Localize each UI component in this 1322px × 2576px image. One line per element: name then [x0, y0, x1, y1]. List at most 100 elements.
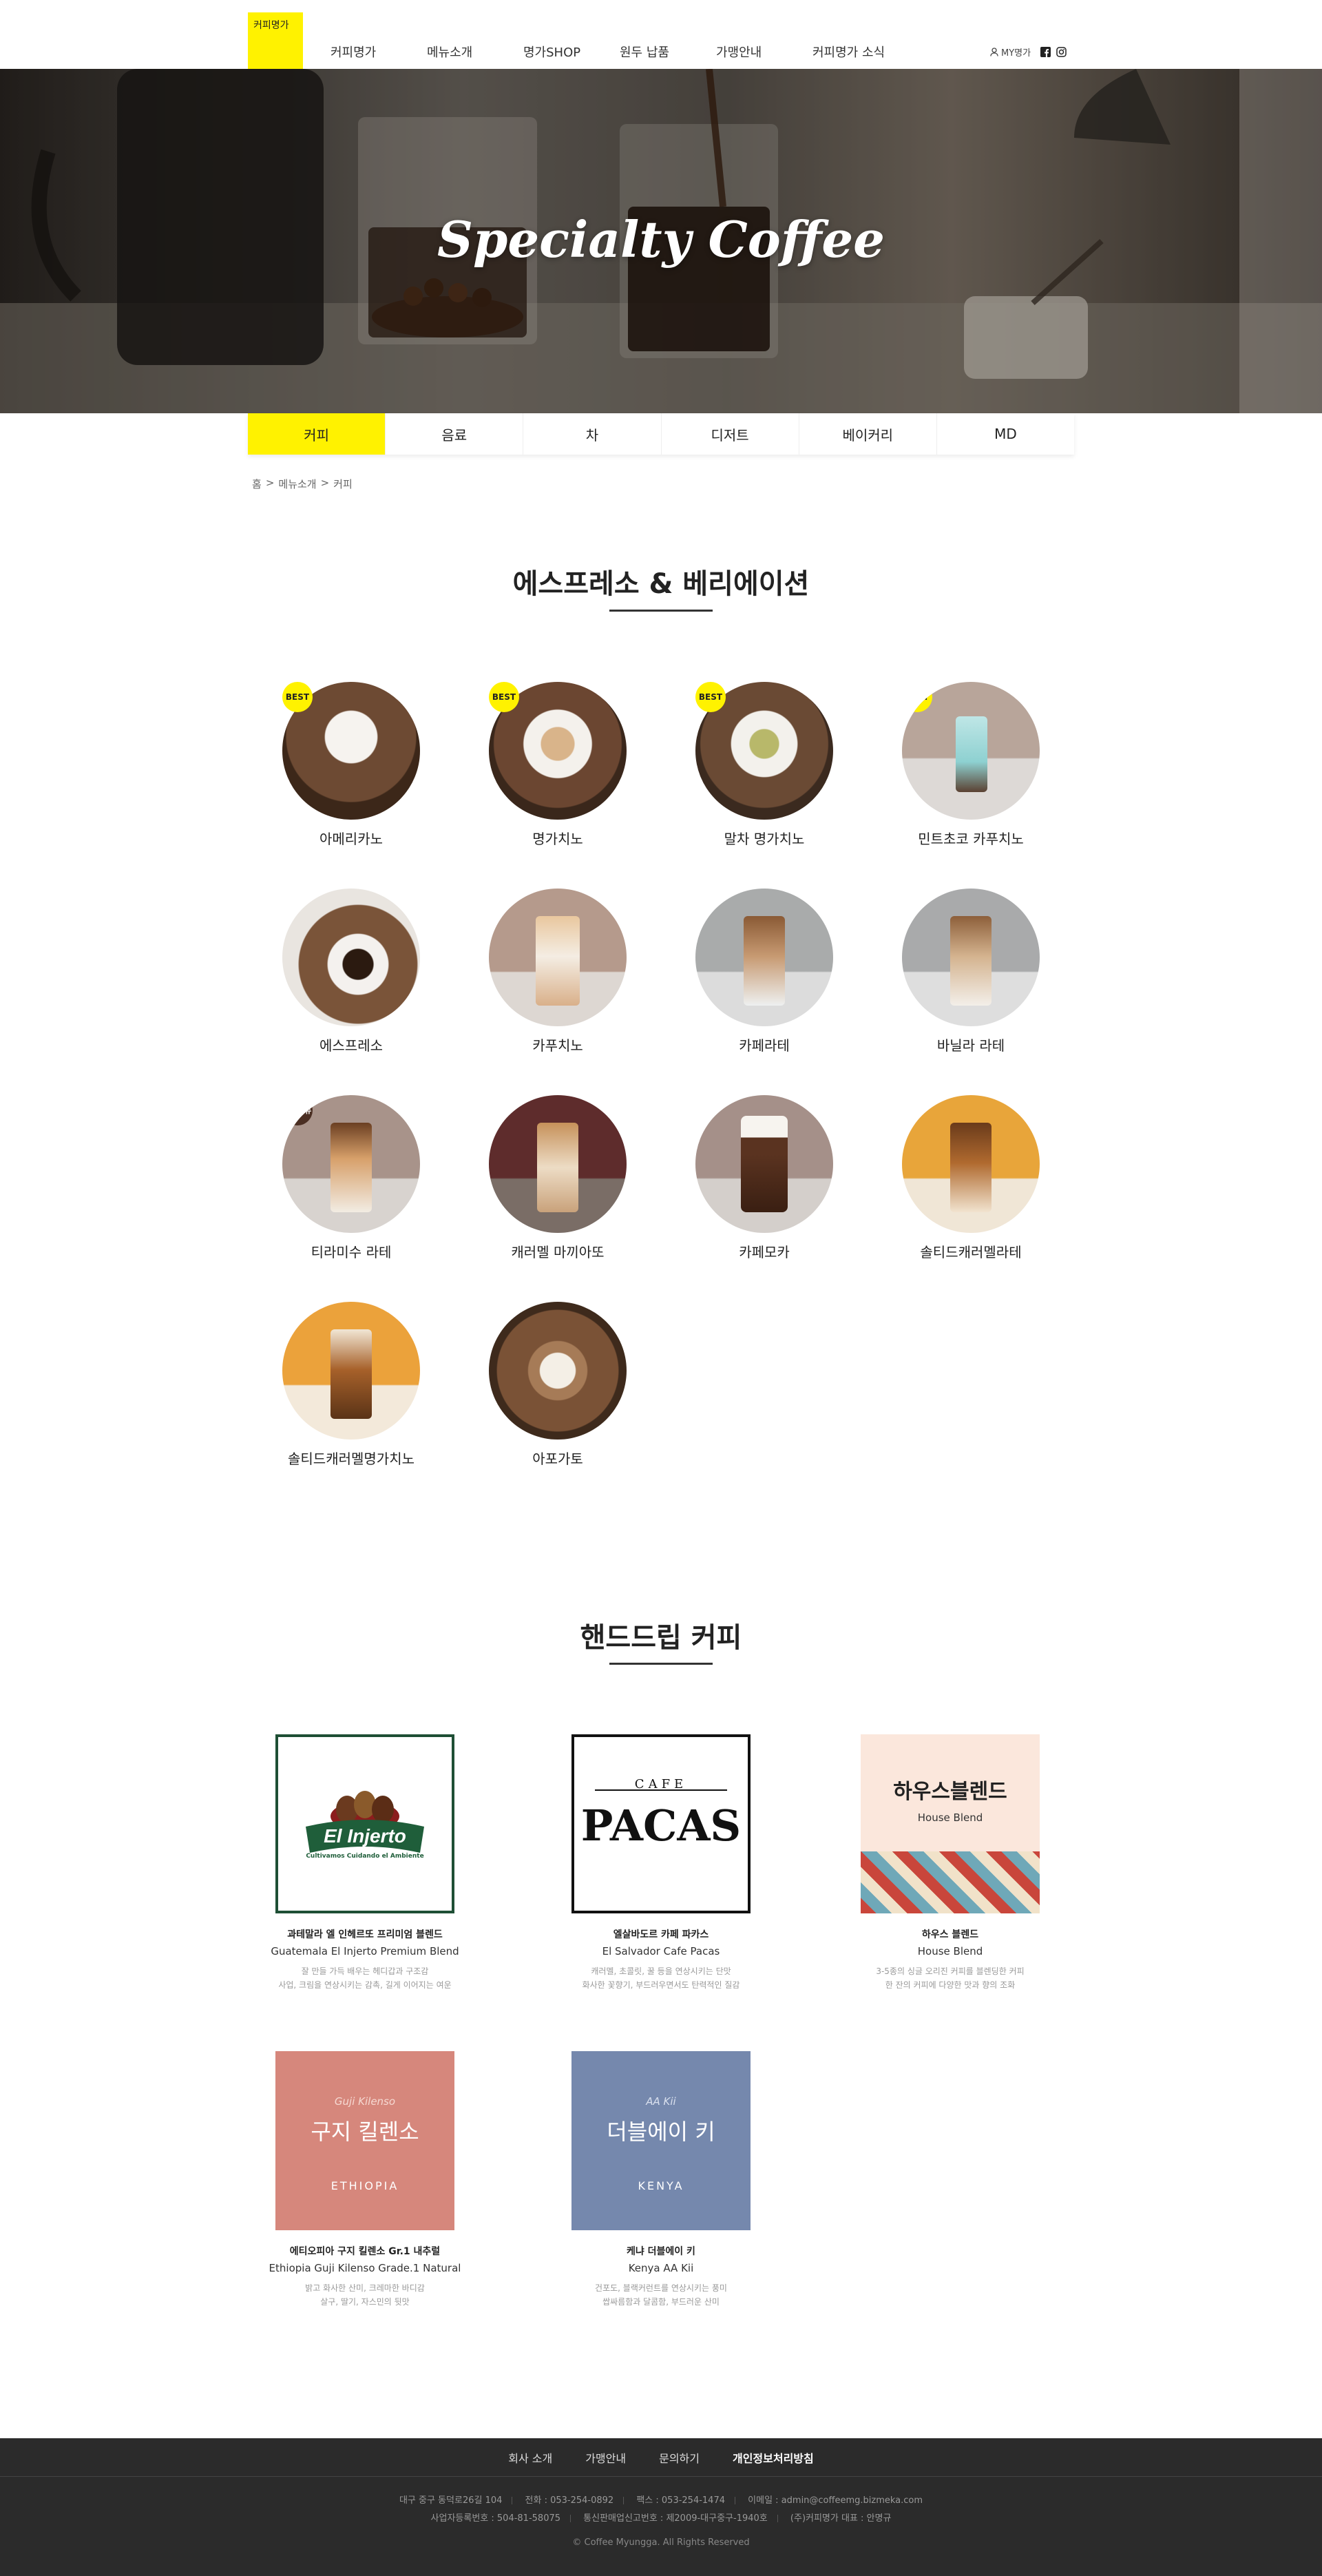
menu-image[interactable]	[902, 889, 1040, 1026]
site-footer: 회사 소개 가맹안내 문의하기 개인정보처리방침 대구 중구 동덕로26길 10…	[0, 2438, 1322, 2576]
footer-link-franchise[interactable]: 가맹안내	[585, 2449, 626, 2466]
menu-item-name[interactable]: 카페라테	[689, 1035, 840, 1055]
menu-item-name[interactable]: 솔티드캐러멜명가치노	[275, 1448, 427, 1468]
logo[interactable]: 커피명가	[248, 12, 303, 69]
menu-image[interactable]: 시즌메뉴	[282, 1095, 420, 1233]
drip-name-ko[interactable]: 케냐 더블에이 키	[558, 2244, 764, 2258]
tab-dessert[interactable]: 디저트	[662, 413, 799, 455]
breadcrumb-home[interactable]: 홈	[252, 477, 262, 491]
main-nav: 커피명가 메뉴소개 명가SHOP 원두 납품 가맹안내 커피명가 소식	[330, 43, 923, 63]
drink-glass	[741, 1116, 788, 1212]
menu-item-name[interactable]: 솔티드캐러멜라테	[895, 1241, 1047, 1261]
menu-image[interactable]	[695, 889, 833, 1026]
menu-item[interactable]: BEST 말차 명가치노	[689, 682, 840, 848]
my-myungga-link[interactable]: MY명가	[1001, 45, 1031, 59]
menu-item[interactable]: 바닐라 라테	[895, 889, 1047, 1055]
copyright: © Coffee Myungga. All Rights Reserved	[572, 2537, 750, 2548]
menu-image[interactable]: BEST	[695, 682, 833, 820]
drip-item[interactable]: El Injerto Cultivamos Cuidando el Ambien…	[262, 1734, 468, 1992]
menu-item[interactable]: 솔티드캐러멜라테	[895, 1095, 1047, 1261]
menu-item-name[interactable]: 아메리카노	[275, 828, 427, 848]
menu-image[interactable]: BEST	[489, 682, 627, 820]
menu-item[interactable]: 카페라테	[689, 889, 840, 1055]
menu-item[interactable]: BEST 민트초코 카푸치노	[895, 682, 1047, 848]
menu-item-name[interactable]: 카페모카	[689, 1241, 840, 1261]
menu-item[interactable]: 솔티드캐러멜명가치노	[275, 1302, 427, 1468]
drip-card-guji-kilenso[interactable]: Guji Kilenso 구지 킬렌소 ETHIOPIA	[275, 2051, 454, 2230]
menu-image[interactable]: BEST	[902, 682, 1040, 820]
menu-item-name[interactable]: 바닐라 라테	[895, 1035, 1047, 1055]
tab-bakery[interactable]: 베이커리	[799, 413, 937, 455]
drip-name-ko[interactable]: 엘살바도르 카페 파카스	[558, 1927, 764, 1941]
nav-item-menu[interactable]: 메뉴소개	[427, 43, 523, 63]
drip-description-line: 잘 만들 가득 배우는 헤디갑과 구조감	[301, 1966, 429, 1976]
instagram-icon[interactable]	[1056, 47, 1067, 57]
menu-item-name[interactable]: 캐러멜 마끼아또	[482, 1241, 633, 1261]
menu-image[interactable]	[489, 889, 627, 1026]
drip-description: 잘 만들 가득 배우는 헤디갑과 구조감 사업, 크림을 연상시키는 감촉, 길…	[262, 1964, 468, 1992]
tab-coffee[interactable]: 커피	[248, 413, 386, 455]
breadcrumb-menu[interactable]: 메뉴소개	[278, 477, 316, 491]
menu-item[interactable]: 카푸치노	[482, 889, 633, 1055]
drip-name-en: El Salvador Cafe Pacas	[602, 1945, 720, 1957]
drip-card-pacas[interactable]: CAFE PACAS	[571, 1734, 751, 1913]
footer-fax: 팩스 : 053-254-1474	[636, 2495, 726, 2506]
nav-item-shop[interactable]: 명가SHOP	[523, 43, 620, 63]
season-badge: 시즌메뉴	[282, 1095, 313, 1125]
drip-card-house-blend[interactable]: 하우스블렌드 House Blend	[861, 1734, 1040, 1913]
tab-beverage[interactable]: 음료	[386, 413, 524, 455]
footer-ecommerce-number: 통신판매업신고번호 : 제2009-대구중구-1940호	[583, 2513, 768, 2524]
nav-item-news[interactable]: 커피명가 소식	[812, 43, 923, 63]
footer-link-company[interactable]: 회사 소개	[508, 2449, 552, 2466]
nav-item-coffeemyungga[interactable]: 커피명가	[330, 43, 427, 63]
menu-image[interactable]	[902, 1095, 1040, 1233]
menu-image[interactable]	[695, 1095, 833, 1233]
drip-card-el-injerto[interactable]: El Injerto Cultivamos Cuidando el Ambien…	[275, 1734, 454, 1913]
drip-card-kenya-aa-kii[interactable]: AA Kii 더블에이 키 KENYA	[571, 2051, 751, 2230]
nav-item-wholesale[interactable]: 원두 납품	[620, 43, 716, 63]
tab-md[interactable]: MD	[937, 413, 1074, 455]
drip-name-ko[interactable]: 하우스 블렌드	[847, 1927, 1053, 1941]
drip-description: 캐러멜, 초콜릿, 꿀 등을 연상시키는 단맛 화사한 꽃향기, 부드러우면서도…	[558, 1964, 764, 1992]
tab-tea[interactable]: 차	[523, 413, 662, 455]
drip-name-en: Kenya AA Kii	[628, 2262, 694, 2274]
menu-item[interactable]: 에스프레소	[275, 889, 427, 1055]
footer-link-privacy[interactable]: 개인정보처리방침	[733, 2449, 814, 2466]
drip-item[interactable]: Guji Kilenso 구지 킬렌소 ETHIOPIA 에티오피아 구지 킬렌…	[262, 2051, 468, 2309]
menu-item-name[interactable]: 말차 명가치노	[689, 828, 840, 848]
menu-item-name[interactable]: 민트초코 카푸치노	[895, 828, 1047, 848]
menu-item-name[interactable]: 에스프레소	[275, 1035, 427, 1055]
drip-name-ko[interactable]: 에티오피아 구지 킬렌소 Gr.1 내추럴	[262, 2244, 468, 2258]
menu-item[interactable]: 카페모카	[689, 1095, 840, 1261]
menu-item-name[interactable]: 티라미수 라테	[275, 1241, 427, 1261]
drip-item[interactable]: CAFE PACAS 엘살바도르 카페 파카스 El Salvador Cafe…	[558, 1734, 764, 1992]
menu-item-name[interactable]: 명가치노	[482, 828, 633, 848]
menu-item-name[interactable]: 카푸치노	[482, 1035, 633, 1055]
drip-description-line: 쌉싸름함과 달콤함, 부드러운 산미	[602, 2297, 720, 2307]
menu-item[interactable]: 시즌메뉴 티라미수 라테	[275, 1095, 427, 1261]
card-brand-text: El Injerto	[324, 1825, 406, 1847]
footer-info-line: 대구 중구 동덕로26길 104 전화 : 053-254-0892 팩스 : …	[0, 2492, 1322, 2510]
breadcrumb-separator: >	[320, 477, 330, 489]
menu-image[interactable]	[489, 1302, 627, 1440]
nav-item-franchise[interactable]: 가맹안내	[716, 43, 812, 63]
menu-image[interactable]	[489, 1095, 627, 1233]
drink-glass	[950, 1123, 992, 1212]
facebook-icon[interactable]	[1040, 47, 1051, 57]
drip-item[interactable]: 하우스블렌드 House Blend 하우스 블렌드 House Blend 3…	[847, 1734, 1053, 1992]
menu-item[interactable]: BEST 명가치노	[482, 682, 633, 848]
menu-item[interactable]: 아포가토	[482, 1302, 633, 1468]
hero-title: Specialty Coffee	[437, 210, 885, 269]
drip-item[interactable]: AA Kii 더블에이 키 KENYA 케냐 더블에이 키 Kenya AA K…	[558, 2051, 764, 2309]
best-badge: BEST	[695, 682, 726, 712]
menu-item[interactable]: 캐러멜 마끼아또	[482, 1095, 633, 1261]
footer-link-contact[interactable]: 문의하기	[659, 2449, 700, 2466]
menu-item[interactable]: BEST 아메리카노	[275, 682, 427, 848]
menu-image[interactable]: BEST	[282, 682, 420, 820]
menu-item-name[interactable]: 아포가토	[482, 1448, 633, 1468]
menu-image[interactable]	[282, 889, 420, 1026]
best-badge: BEST	[902, 682, 932, 712]
drip-name-ko[interactable]: 과테말라 엘 인헤르또 프리미엄 블렌드	[262, 1927, 468, 1941]
menu-image[interactable]	[282, 1302, 420, 1440]
drink-glass	[537, 1123, 578, 1212]
